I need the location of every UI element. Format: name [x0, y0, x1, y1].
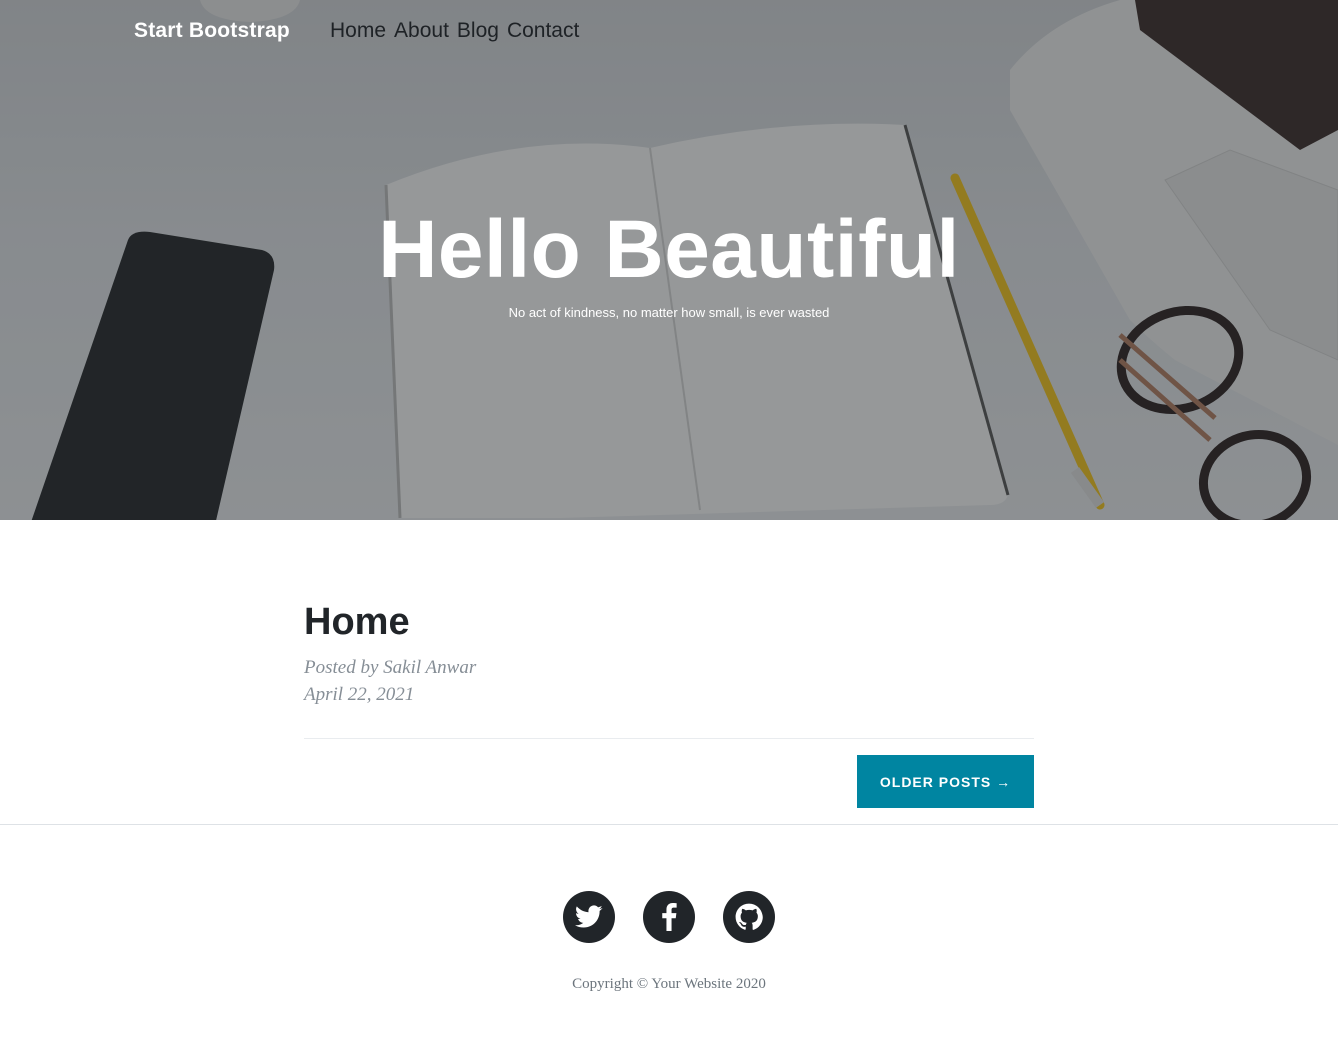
- hero-header: Start Bootstrap Home About Blog Contact …: [0, 0, 1338, 520]
- hero-subtitle: No act of kindness, no matter how small,…: [508, 305, 830, 320]
- social-links: [563, 891, 775, 943]
- nav-link-blog[interactable]: Blog: [457, 19, 499, 43]
- brand-logo-link[interactable]: Start Bootstrap: [134, 19, 290, 43]
- copyright-text: Copyright © Your Website 2020: [572, 976, 766, 992]
- nav-link-home[interactable]: Home: [330, 19, 386, 43]
- nav-link-about[interactable]: About: [394, 19, 449, 43]
- post-preview: Home Posted by Sakil Anwar April 22, 202…: [304, 600, 1034, 708]
- post-author: Posted by Sakil Anwar: [304, 657, 477, 678]
- github-icon[interactable]: [723, 891, 775, 943]
- hero-heading-block: Hello Beautiful No act of kindness, no m…: [0, 202, 1338, 322]
- post-divider: [304, 738, 1034, 739]
- top-navbar: Start Bootstrap Home About Blog Contact: [0, 0, 1338, 68]
- footer-divider: [0, 824, 1338, 825]
- twitter-icon[interactable]: [563, 891, 615, 943]
- facebook-icon[interactable]: [643, 891, 695, 943]
- post-date: April 22, 2021: [304, 684, 415, 705]
- older-posts-button[interactable]: OLDER POSTS →: [857, 755, 1034, 808]
- hero-title: Hello Beautiful: [378, 204, 960, 295]
- nav-links: Home About Blog Contact: [330, 19, 587, 43]
- nav-link-contact[interactable]: Contact: [507, 19, 579, 43]
- post-title[interactable]: Home: [304, 600, 1034, 644]
